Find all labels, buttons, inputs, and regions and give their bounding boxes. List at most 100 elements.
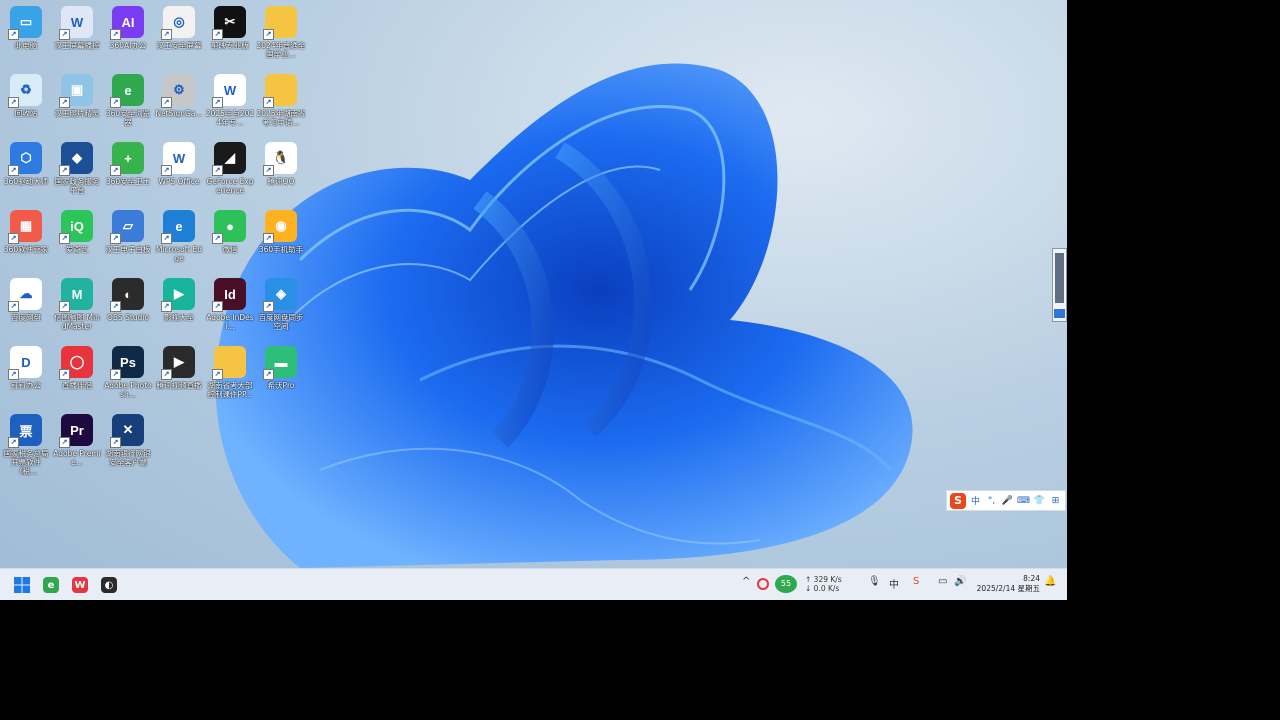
desktop-shortcut[interactable]: ▱ ↗ 汉王电子白板	[103, 206, 153, 270]
hanwang-screen-icon: W ↗	[59, 6, 93, 40]
desktop-shortcut[interactable]: ◢ ↗ GeForce Experience	[205, 138, 255, 202]
desktop-shortcut[interactable]: W ↗ 汉王屏幕播控	[52, 2, 102, 66]
desktop-shortcut[interactable]: ↗ 湖南省考大部控制课件PP...	[205, 342, 255, 406]
security-tray-icon[interactable]	[757, 578, 769, 590]
desktop-shortcut[interactable]: ♻ ↗ 回收站	[1, 70, 51, 134]
obs-glyph-icon: ◐	[101, 577, 117, 593]
desktop-shortcut[interactable]: ▭ ↗ 此电脑	[1, 2, 51, 66]
shortcut-arrow-icon: ↗	[212, 301, 223, 312]
desktop-shortcut[interactable]: ✂ ↗ 剪映专业版	[205, 2, 255, 66]
desktop-shortcut[interactable]: e ↗ 360安全浏览器	[103, 70, 153, 134]
shortcut-arrow-icon: ↗	[212, 233, 223, 244]
wps-taskbar-icon[interactable]: W	[70, 575, 90, 595]
desktop-shortcut[interactable]: ✕ ↗ 湖南银行网银安全客户端	[103, 410, 153, 474]
network-speed: ↑ 329 K/s ↓ 0.0 K/s	[805, 575, 842, 593]
desktop-shortcut[interactable]: ◯ ↗ 直播伴侣	[52, 342, 102, 406]
capcut-icon: ✂ ↗	[212, 6, 246, 40]
desktop-shortcut[interactable]: ⚙ ↗ NetSignGa...	[154, 70, 204, 134]
download-speed: ↓ 0.0 K/s	[805, 584, 840, 593]
desktop-shortcut-label: 国家政务服务平台	[54, 177, 100, 195]
desktop-shortcut[interactable]: ● ↗ 微信	[205, 206, 255, 270]
windows-start-icon[interactable]	[12, 575, 32, 595]
bank-client-icon: ✕ ↗	[110, 414, 144, 448]
obs-taskbar-icon[interactable]: ◐	[99, 575, 119, 595]
desktop-shortcut-label: 微信	[222, 245, 238, 254]
desktop-shortcut[interactable]: Pr ↗ Adobe Premie...	[52, 410, 102, 474]
shortcut-arrow-icon: ↗	[263, 29, 274, 40]
iqiyi-icon: iQ ↗	[59, 210, 93, 244]
desktop-shortcut[interactable]: D ↗ 钉钉办公	[1, 342, 51, 406]
desktop-shortcut[interactable]: Id ↗ Adobe InDesi...	[205, 274, 255, 338]
ime-mode-icon[interactable]: 中	[889, 576, 899, 591]
desktop-shortcut[interactable]: iQ ↗ 爱奇艺	[52, 206, 102, 270]
desktop-shortcut[interactable]: Ps ↗ Adobe Photosh...	[103, 342, 153, 406]
shortcut-arrow-icon: ↗	[8, 301, 19, 312]
side-toolbar-handle[interactable]	[1055, 253, 1064, 303]
ime-chinese-mode[interactable]: 中	[969, 494, 982, 507]
shortcut-arrow-icon: ↗	[59, 301, 70, 312]
live-companion-icon: ◯ ↗	[59, 346, 93, 380]
desktop-shortcut-label: 此电脑	[14, 41, 38, 50]
shortcut-arrow-icon: ↗	[161, 301, 172, 312]
baidu-netdisk-icon: ☁ ↗	[8, 278, 42, 312]
wps-icon: W ↗	[161, 142, 195, 176]
desktop-shortcut[interactable]: ◎ ↗ 汉王安全屏幕	[154, 2, 204, 66]
clock[interactable]: 8:24 2025/2/14 星期五	[970, 574, 1040, 594]
sogou-logo-icon[interactable]: S	[950, 492, 966, 509]
tray-chevron-icon[interactable]: ^	[742, 576, 750, 587]
obs-icon: ◐ ↗	[110, 278, 144, 312]
desktop-shortcut[interactable]: 🐧 ↗ 腾讯QQ	[256, 138, 306, 202]
tax-software-icon: 票 ↗	[8, 414, 42, 448]
network-icon[interactable]: ▭	[938, 576, 947, 587]
desktop-shortcut[interactable]: ▦ ↗ 360软件管家	[1, 206, 51, 270]
volume-icon[interactable]: 🔊	[954, 576, 966, 587]
desktop-shortcut-label: 亿图脑图 MindMaster	[54, 313, 100, 331]
ime-toolbox-icon[interactable]: ⊞	[1049, 496, 1062, 506]
shortcut-arrow-icon: ↗	[110, 233, 121, 244]
desktop-shortcut[interactable]: e ↗ Microsoft Edge	[154, 206, 204, 270]
desktop-shortcut[interactable]: ▬ ↗ 希沃Pro	[256, 342, 306, 406]
desktop-shortcut-label: 腾讯视频直播	[156, 381, 202, 390]
desktop-shortcut[interactable]: ☁ ↗ 百度网盘	[1, 274, 51, 338]
ime-voice-icon[interactable]: 🎤	[1001, 496, 1014, 506]
ime-punctuation-toggle[interactable]: °,	[985, 496, 998, 506]
360-browser-taskbar-icon[interactable]: e	[41, 575, 61, 595]
desktop-shortcut[interactable]: W ↗ WPS Office	[154, 138, 204, 202]
cpu-badge[interactable]: 55	[775, 575, 797, 593]
desktop-shortcut[interactable]: ◉ ↗ 360手机助手	[256, 206, 306, 270]
desktop-shortcut[interactable]: ▶ ↗ 影视大全	[154, 274, 204, 338]
desktop-shortcut[interactable]: 票 ↗ 国家税务总局开票软件（税...	[1, 410, 51, 476]
desktop-shortcut[interactable]: M ↗ 亿图脑图 MindMaster	[52, 274, 102, 338]
desktop-shortcut[interactable]: W ↗ 2025年与2024年专...	[205, 70, 255, 134]
tencent-video-icon: ▶ ↗	[161, 346, 195, 380]
desktop-shortcut-label: WPS Office	[158, 177, 200, 186]
ime-keyboard-icon[interactable]: ⌨	[1017, 496, 1030, 506]
desktop-shortcut-label: 汉王电子白板	[105, 245, 151, 254]
shortcut-arrow-icon: ↗	[59, 369, 70, 380]
desktop-shortcut[interactable]: + ↗ 360安全卫士	[103, 138, 153, 202]
desktop-shortcut[interactable]: AI ↗ 360AI办公	[103, 2, 153, 66]
ime-skin-icon[interactable]: 👕	[1033, 496, 1046, 506]
side-toolbar-button[interactable]	[1054, 309, 1065, 318]
desktop-shortcut[interactable]: ↗ 2024年普通全国学业...	[256, 2, 306, 66]
desktop-shortcut[interactable]: ↗ 2025年湖南省考习中语...	[256, 70, 306, 134]
notification-bell-icon[interactable]: 🔔	[1044, 576, 1056, 587]
desktop-shortcut-label: Adobe Photosh...	[104, 381, 152, 399]
desktop-shortcut[interactable]: ▣ ↗ 汉王照片精灵	[52, 70, 102, 134]
ime-toolbar[interactable]: S 中 °, 🎤 ⌨ 👕 ⊞	[946, 490, 1066, 511]
seewo-pro-icon: ▬ ↗	[263, 346, 297, 380]
side-toolbar[interactable]	[1052, 248, 1067, 322]
desktop-shortcut[interactable]: ◆ ↗ 国家政务服务平台	[52, 138, 102, 202]
microphone-icon[interactable]: 🎙	[868, 576, 881, 587]
sogou-tray-icon[interactable]: S	[913, 576, 919, 587]
desktop-shortcut[interactable]: ▶ ↗ 腾讯视频直播	[154, 342, 204, 406]
photoshop-icon: Ps ↗	[110, 346, 144, 380]
desktop-shortcut-label: 钉钉办公	[11, 381, 41, 390]
360-security-icon: + ↗	[110, 142, 144, 176]
desktop-shortcut-label: 360手机助手	[258, 245, 304, 254]
desktop-shortcut[interactable]: ◈ ↗ 百度网盘同步空间	[256, 274, 306, 338]
desktop-shortcut-label: NetSignGa...	[155, 109, 203, 118]
desktop-shortcut[interactable]: ◐ ↗ OBS Studio	[103, 274, 153, 338]
desktop-shortcut[interactable]: ⬡ ↗ 360驱动大师	[1, 138, 51, 202]
desktop-shortcut-label: GeForce Experience	[206, 177, 254, 195]
